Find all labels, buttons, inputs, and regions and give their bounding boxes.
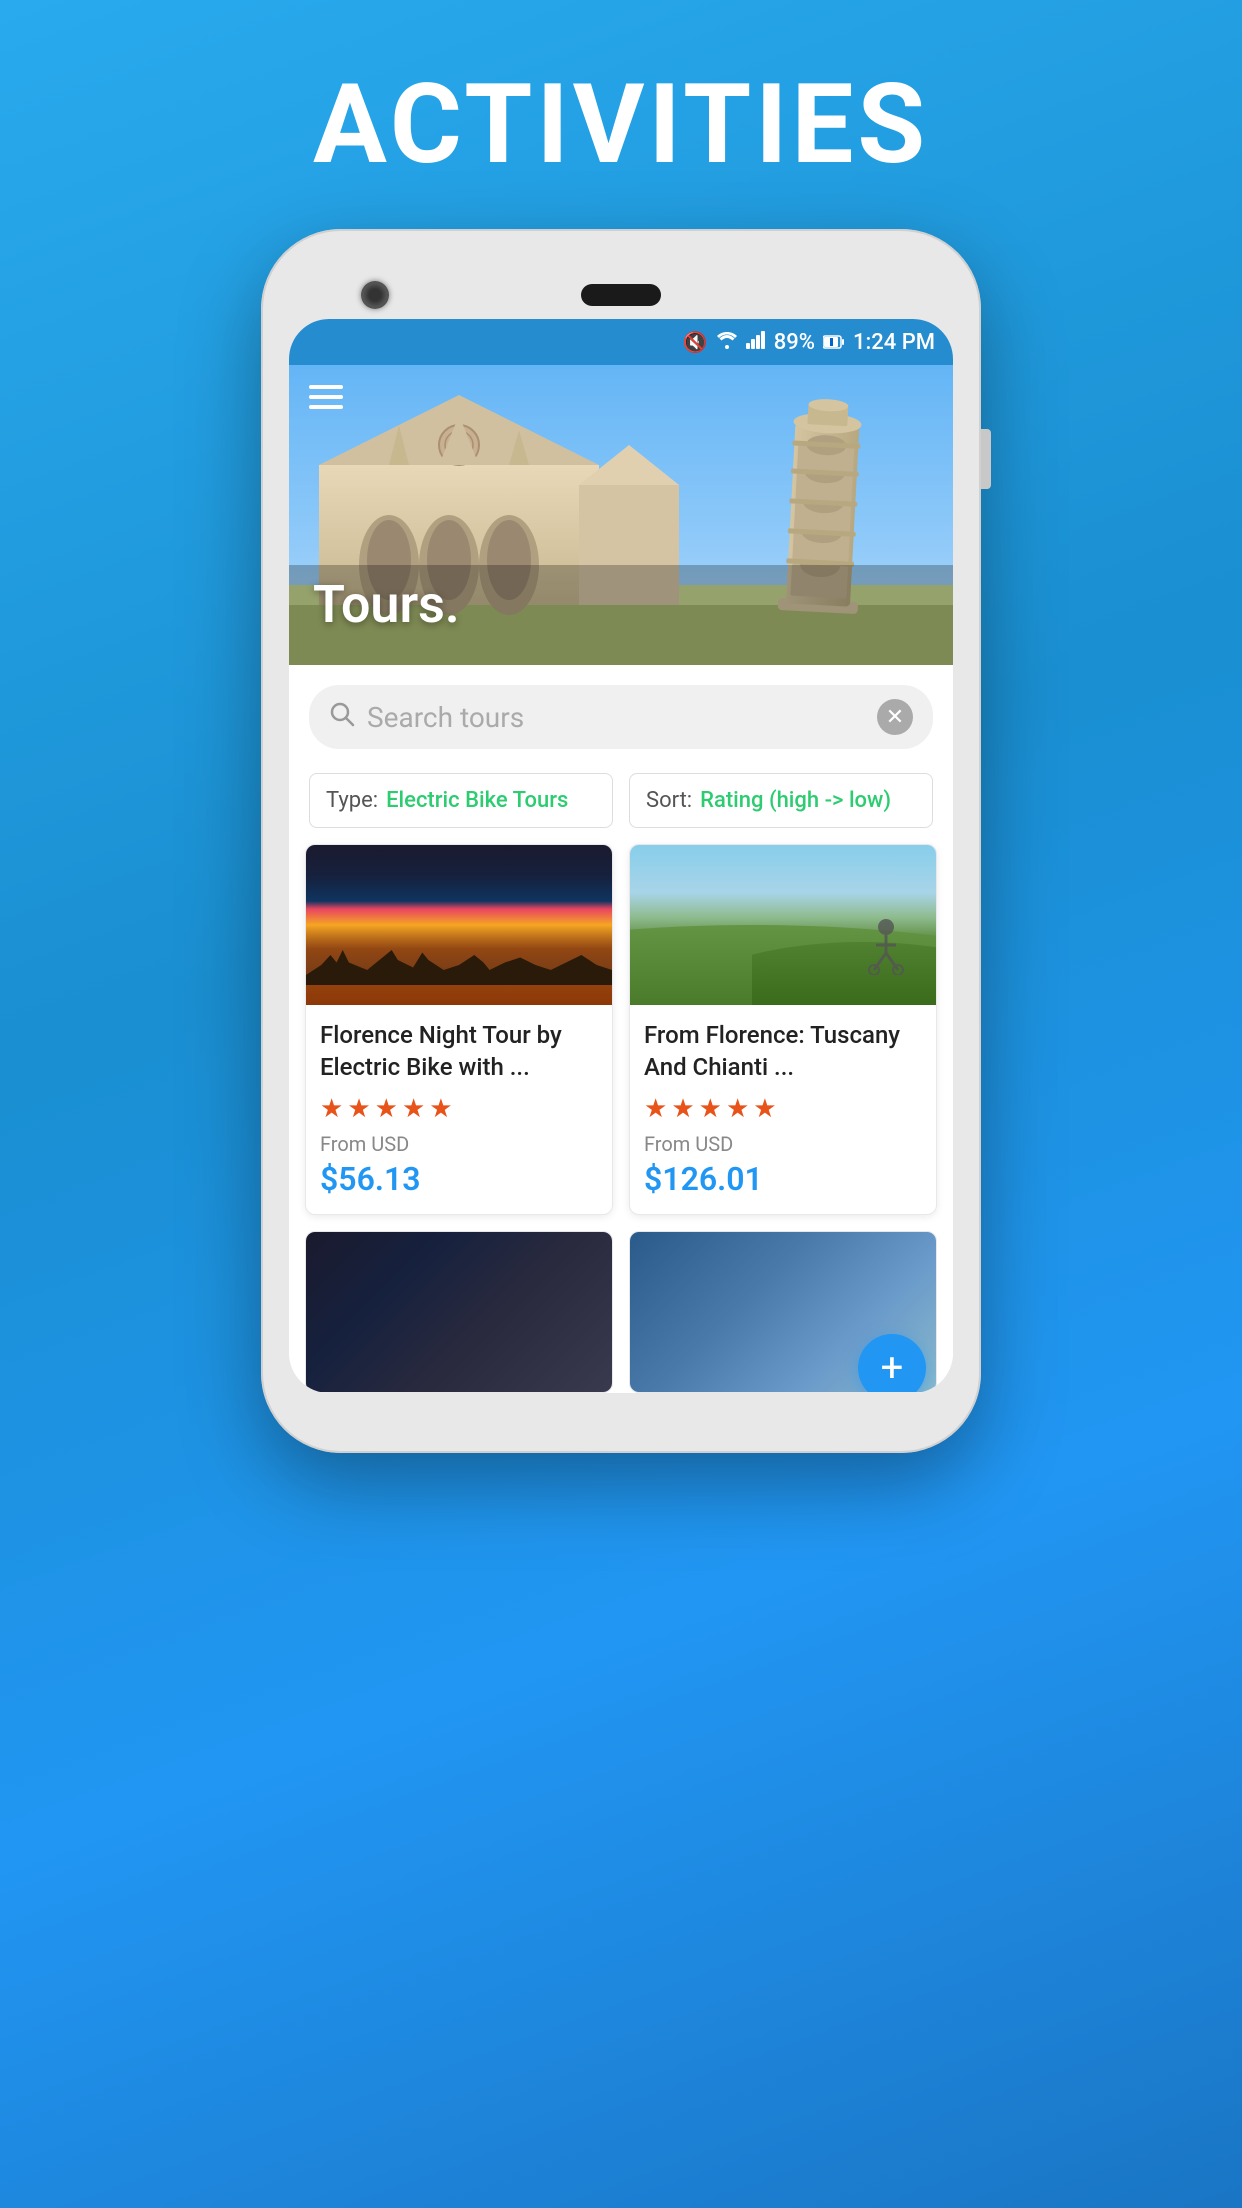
status-icons: 🔇 89% (683, 330, 935, 355)
star-5: ★ (429, 1094, 452, 1124)
star-4: ★ (402, 1094, 425, 1124)
battery-text: 89% (774, 330, 815, 355)
type-filter-label: Type: (326, 788, 378, 813)
tour-card-1-from-label: From USD (644, 1132, 922, 1156)
sort-filter-value: Rating (high -> low) (700, 788, 891, 813)
search-bar[interactable]: Search tours ✕ (309, 685, 933, 749)
search-placeholder[interactable]: Search tours (367, 701, 865, 734)
bottom-card-left-image (306, 1232, 612, 1392)
search-icon (329, 701, 355, 734)
star-2: ★ (671, 1094, 694, 1124)
tour-card-0-image (306, 845, 612, 1005)
star-5: ★ (753, 1094, 776, 1124)
tour-card-0-from-label: From USD (320, 1132, 598, 1156)
hero-section: Tours. (289, 365, 953, 665)
hamburger-menu[interactable] (309, 385, 343, 409)
tour-card-1-price: $126.01 (644, 1160, 922, 1198)
hero-title: Tours. (313, 574, 460, 635)
page-title: ACTIVITIES (313, 60, 929, 189)
type-filter-value: Electric Bike Tours (386, 788, 568, 813)
tour-card-0-title: Florence Night Tour by Electric Bike wit… (320, 1019, 598, 1084)
power-button (981, 429, 991, 489)
city-skyline (306, 935, 612, 985)
bottom-cards-row: + (289, 1231, 953, 1393)
battery-icon (823, 330, 845, 354)
filter-row: Type: Electric Bike Tours Sort: Rating (… (289, 759, 953, 844)
tour-card-1-title: From Florence: Tuscany And Chianti ... (644, 1019, 922, 1084)
star-1: ★ (644, 1094, 667, 1124)
star-1: ★ (320, 1094, 343, 1124)
type-filter-button[interactable]: Type: Electric Bike Tours (309, 773, 613, 828)
search-container: Search tours ✕ (289, 665, 953, 759)
star-3: ★ (375, 1094, 398, 1124)
tour-card-0-stars: ★ ★ ★ ★ ★ (320, 1094, 598, 1124)
tour-card-1-info: From Florence: Tuscany And Chianti ... ★… (630, 1005, 936, 1214)
tour-cards-grid: Florence Night Tour by Electric Bike wit… (289, 844, 953, 1231)
tour-card-0-info: Florence Night Tour by Electric Bike wit… (306, 1005, 612, 1214)
sort-filter-label: Sort: (646, 788, 692, 813)
bottom-card-right[interactable]: + (629, 1231, 937, 1393)
phone-earpiece (581, 284, 661, 306)
mute-icon: 🔇 (683, 330, 708, 354)
star-3: ★ (699, 1094, 722, 1124)
status-bar: 🔇 89% (289, 319, 953, 365)
bottom-card-left[interactable] (305, 1231, 613, 1393)
wifi-icon (716, 330, 738, 354)
phone-camera (361, 281, 389, 309)
phone-frame: 🔇 89% (261, 229, 981, 1453)
time-text: 1:24 PM (853, 330, 935, 355)
signal-icon (746, 330, 766, 354)
tour-card-1-image (630, 845, 936, 1005)
star-4: ★ (726, 1094, 749, 1124)
tour-card-1-stars: ★ ★ ★ ★ ★ (644, 1094, 922, 1124)
tour-card-0-price: $56.13 (320, 1160, 598, 1198)
star-2: ★ (347, 1094, 370, 1124)
search-clear-button[interactable]: ✕ (877, 699, 913, 735)
sort-filter-button[interactable]: Sort: Rating (high -> low) (629, 773, 933, 828)
tour-card-1[interactable]: From Florence: Tuscany And Chianti ... ★… (629, 844, 937, 1215)
cyclist-svg (866, 915, 906, 975)
tour-card-0[interactable]: Florence Night Tour by Electric Bike wit… (305, 844, 613, 1215)
phone-screen: 🔇 89% (289, 319, 953, 1393)
